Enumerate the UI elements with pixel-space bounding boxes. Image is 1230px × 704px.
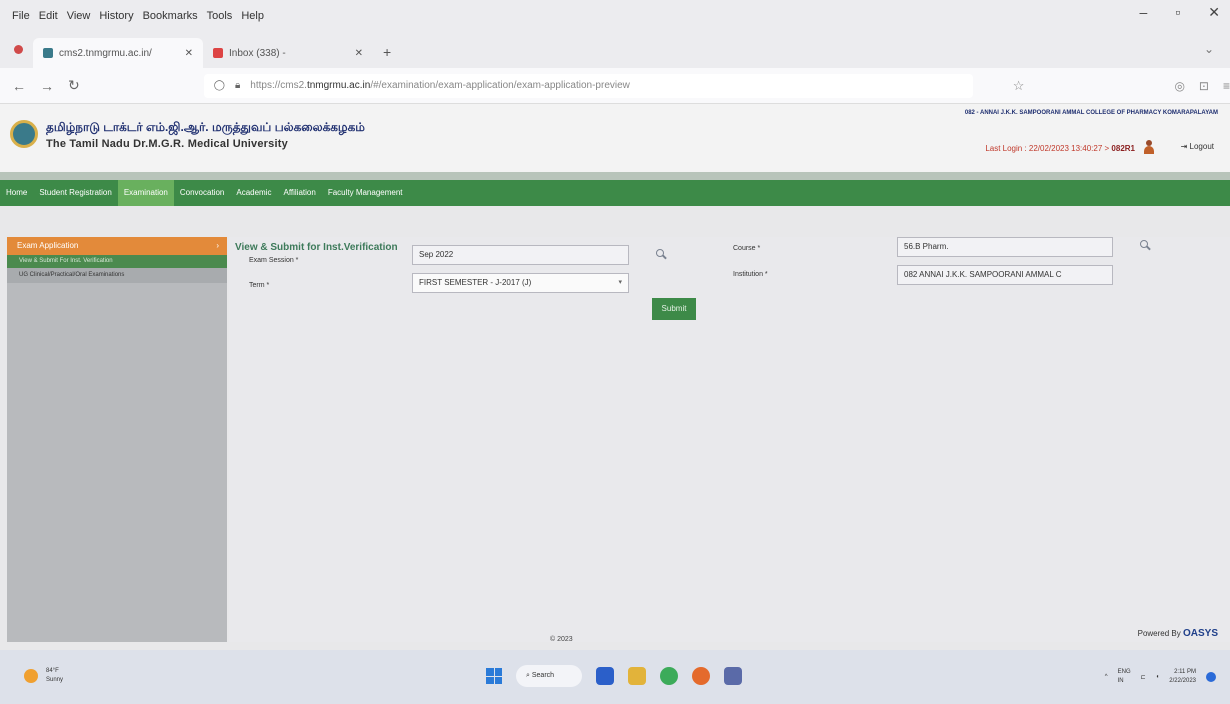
search-icon[interactable] [1140,240,1151,251]
lock-icon[interactable]: 🔒︎ [235,80,240,91]
copyright: © 2023 [550,636,573,643]
shield-icon[interactable]: ◯ [214,80,225,91]
forward-icon[interactable]: → [40,78,54,94]
menu-view[interactable]: View [67,10,91,22]
institution-label: Institution * [733,271,768,278]
course-label: Course * [733,245,761,252]
sidebar: Exam Application › View & Submit For Ins… [7,237,227,642]
notification-icon[interactable] [1206,672,1216,682]
term-select[interactable]: FIRST SEMESTER - J-2017 (J) ▾ [412,273,629,293]
bookmark-star-icon[interactable]: ☆ [1013,78,1025,94]
sidebar-item-ug-clinical[interactable]: UG Clinical/Practical/Oral Examinations [7,268,227,283]
back-icon[interactable]: ← [12,78,26,94]
nav-academic[interactable]: Academic [230,180,277,206]
url-text: https://cms2.tnmgrmu.ac.in/#/examination… [250,80,630,91]
submit-button[interactable]: Submit [652,298,696,320]
clock[interactable]: 2:11 PM 2/22/2023 [1169,668,1196,686]
volume-icon[interactable]: ◖ [1156,674,1160,680]
nav-faculty-management[interactable]: Faculty Management [322,180,409,206]
tab-gmail[interactable]: Inbox (338) - ✕ [203,38,373,68]
course-field[interactable]: 56.B Pharm. [897,237,1113,257]
nav-student-registration[interactable]: Student Registration [33,180,118,206]
language-indicator[interactable]: ENG IN [1118,668,1131,686]
university-name-english: The Tamil Nadu Dr.M.G.R. Medical Univers… [46,138,288,150]
close-icon[interactable]: ✕ [1208,4,1220,21]
firefox-icon[interactable] [692,667,710,685]
search-icon[interactable] [656,249,667,260]
toolbar-right: ⌄ [1204,42,1214,56]
taskbar-search[interactable]: ⌕ Search [516,665,582,687]
app-icon[interactable] [724,667,742,685]
menu-edit[interactable]: Edit [39,10,58,22]
menu-help[interactable]: Help [241,10,264,22]
nav-affiliation[interactable]: Affiliation [277,180,321,206]
exam-session-label: Exam Session * [249,257,299,264]
institution-field[interactable]: 082 ANNAI J.K.K. SAMPOORANI AMMAL C [897,265,1113,285]
sidebar-subitem-view-submit[interactable]: View & Submit For Inst. Verification [7,255,227,268]
firefox-view-icon[interactable] [14,45,23,54]
chrome-icon[interactable] [660,667,678,685]
browser-menubar: File Edit View History Bookmarks Tools H… [0,0,1230,32]
file-explorer-icon[interactable] [628,667,646,685]
tab-cms[interactable]: cms2.tnmgrmu.ac.in/ ✕ [33,38,203,68]
extensions-icon[interactable]: ⊡ [1199,79,1209,93]
nav-convocation[interactable]: Convocation [174,180,230,206]
network-icon[interactable]: ⊏ [1141,674,1146,681]
windows-start-icon[interactable] [486,668,502,684]
nav-examination[interactable]: Examination [117,180,174,206]
nav-home[interactable]: Home [0,180,33,206]
weather-text: 84°F Sunny [46,668,64,683]
university-name-tamil: தமிழ்நாடு டாக்டர் எம்.ஜி.ஆர். மருத்துவப்… [46,120,365,134]
window-controls: – ▫ ✕ [1140,4,1221,21]
page-footer: © 2023 Powered By OASYS [0,628,1230,648]
last-login: Last Login : 22/02/2023 13:40:27 > 082R1 [985,144,1135,153]
new-tab-icon[interactable]: + [383,44,391,60]
app-menu-icon[interactable]: ≡ [1223,79,1230,93]
weather-widget[interactable]: 84°F Sunny [24,667,63,685]
close-tab-icon[interactable]: ✕ [185,48,193,59]
site-header: தமிழ்நாடு டாக்டர் எம்.ஜி.ஆர். மருத்துவப்… [0,104,1230,172]
taskbar-apps: ⌕ Search [486,665,742,687]
chevron-icon: › [216,241,219,250]
tab-bar: cms2.tnmgrmu.ac.in/ ✕ Inbox (338) - ✕ + [0,32,1230,68]
tab-label: cms2.tnmgrmu.ac.in/ [59,47,152,59]
tab-label: Inbox (338) - [229,47,286,59]
main-nav: Home Student Registration Examination Co… [0,180,1230,206]
main-content: View & Submit for Inst.Verification Exam… [229,237,1230,642]
system-tray: ^ ENG IN ⊏ ◖ 2:11 PM 2/22/2023 [1105,668,1216,686]
sidebar-item-exam-application[interactable]: Exam Application › [7,237,227,255]
windows-taskbar: 84°F Sunny ⌕ Search ^ ENG IN ⊏ ◖ 2:11 PM 2/… [0,650,1230,704]
task-view-icon[interactable] [596,667,614,685]
page-title: View & Submit for Inst.Verification [235,242,398,253]
menu-tools[interactable]: Tools [207,10,233,22]
user-icon[interactable] [1144,140,1154,154]
gmail-icon [213,48,223,58]
maximize-icon[interactable]: ▫ [1175,4,1180,21]
logout-link[interactable]: ⇥ Logout [1181,142,1214,151]
minimize-icon[interactable]: – [1140,4,1148,21]
pocket-icon[interactable]: ◎ [1174,79,1184,93]
sun-icon [24,669,38,683]
header-divider [0,172,1230,180]
login-user: 082R1 [1111,144,1135,153]
powered-by: Powered By OASYS [1137,628,1218,639]
address-bar[interactable]: ◯ 🔒︎ https://cms2.tnmgrmu.ac.in/#/examin… [203,73,973,98]
list-tabs-icon[interactable]: ⌄ [1204,42,1214,56]
menu-history[interactable]: History [99,10,133,22]
menu-file[interactable]: File [12,10,30,22]
university-logo-icon [10,120,38,148]
chevron-down-icon: ▾ [618,279,622,286]
exam-session-field[interactable]: Sep 2022 [412,245,629,265]
menu-bookmarks[interactable]: Bookmarks [143,10,198,22]
term-label: Term * [249,282,270,289]
nav-bar: ← → ↻ ◯ 🔒︎ https://cms2.tnmgrmu.ac.in/#/… [0,68,1230,104]
close-tab-icon[interactable]: ✕ [355,48,363,59]
chevron-up-icon[interactable]: ^ [1105,674,1108,680]
oasys-logo: OASYS [1182,628,1218,639]
site-favicon-icon [43,48,53,58]
college-name: 082 - ANNAI J.K.K. SAMPOORANI AMMAL COLL… [964,110,1218,116]
reload-icon[interactable]: ↻ [68,77,80,94]
